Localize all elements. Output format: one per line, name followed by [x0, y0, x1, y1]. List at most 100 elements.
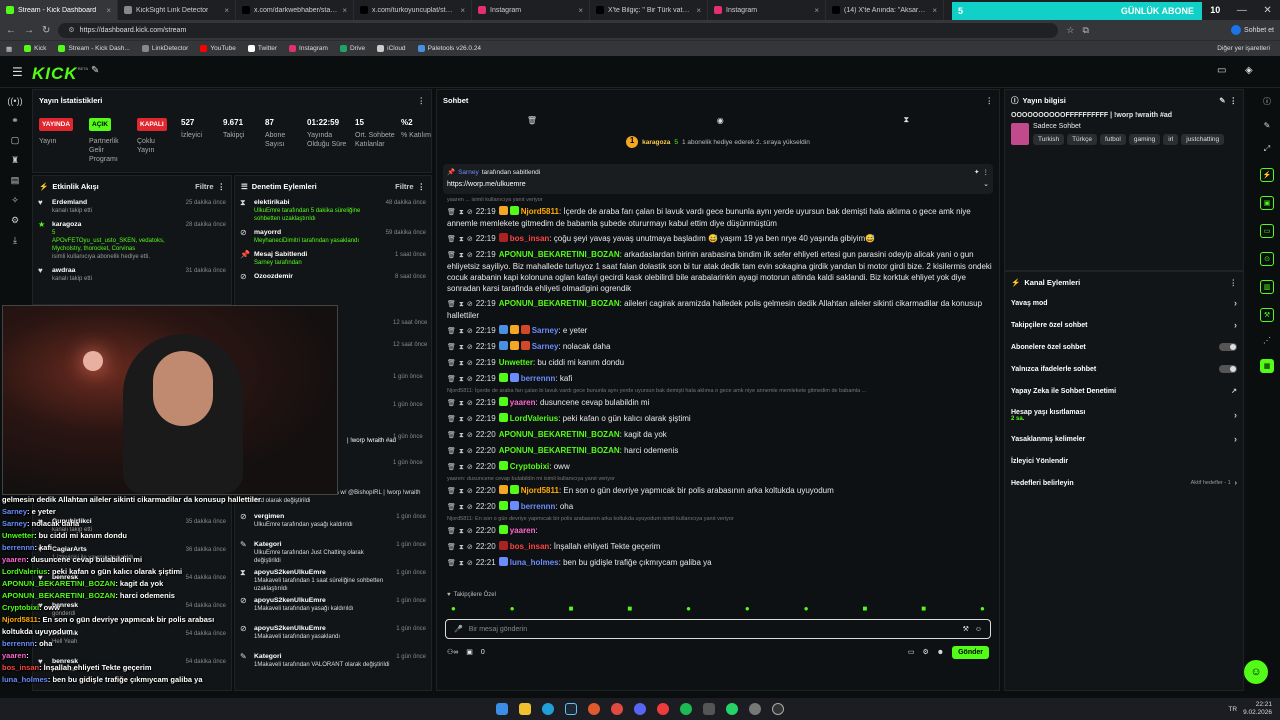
chat-username[interactable]: yaaren [510, 398, 536, 407]
timeout-icon[interactable]: ⧗ [459, 376, 464, 383]
stream-tag[interactable]: gaming [1128, 134, 1161, 145]
ban-icon[interactable]: ⊘ [467, 344, 473, 351]
gear-icon[interactable]: ⚙ [922, 648, 928, 656]
bolt-icon[interactable]: ⚡ [1260, 168, 1274, 182]
timeout-icon[interactable]: ⧗ [459, 328, 464, 335]
apps-icon[interactable]: ▦ [6, 45, 12, 53]
minimize-icon[interactable]: — [1237, 5, 1247, 16]
wrench-icon[interactable]: ✧ [11, 195, 19, 206]
bookmark-item[interactable]: Kick [24, 45, 46, 52]
reply-context[interactable]: yaaren ... isimli kullanıcıya yanıt veri… [437, 196, 999, 204]
delete-message-icon[interactable]: 🗑 [447, 376, 456, 383]
activity-user[interactable]: karagoza [52, 221, 181, 229]
channel-action-item[interactable]: Yalnızca ifadelerle sohbet [1005, 358, 1243, 380]
tab-close-icon[interactable]: × [932, 6, 937, 15]
timeout-icon[interactable]: ⧗ [459, 236, 464, 243]
chat-username[interactable]: APONUN_BEKARETINI_BOZAN [499, 299, 620, 308]
ban-icon[interactable]: ⊘ [467, 416, 473, 423]
timeout-icon[interactable]: ⧗ [459, 252, 464, 259]
channel-action-item[interactable]: Hedefleri belirleyin Aktif hedefler - 1 › [1005, 472, 1243, 494]
chat-username[interactable]: APONUN_BEKARETINI_BOZAN [499, 250, 620, 259]
ban-icon[interactable]: ⊘ [467, 488, 473, 495]
tv-icon[interactable]: ▥ [1260, 280, 1274, 294]
tab-close-icon[interactable]: × [578, 6, 583, 15]
browser-tab[interactable]: (14) X'te Anında: "Aksaray'da küçü... × [826, 0, 944, 20]
chat-username[interactable]: bos_insan [510, 542, 550, 551]
chat-settings-icon[interactable]: ▭ [908, 648, 915, 656]
chat-username[interactable]: APONUN_BEKARETINI_BOZAN [499, 446, 620, 455]
chat-message[interactable]: 🗑 ⧗ ⊘ 22:20 bos_insan: İnşallah ehliyeti Tek… [437, 539, 999, 555]
chat-username[interactable]: berrennn [521, 502, 556, 511]
chat-message[interactable]: 🗑 ⧗ ⊘ 22:19 bos_insan: çoğu şeyi yavaş yavaş… [437, 231, 999, 247]
emote-icon[interactable]: ■ [569, 604, 574, 613]
stats-menu-icon[interactable]: ⋮ [418, 96, 426, 105]
emote-icon[interactable]: ● [510, 604, 515, 613]
kick-logo[interactable]: KICK [32, 64, 78, 84]
timeout-icon[interactable]: ⧗ [459, 400, 464, 407]
tab-close-icon[interactable]: × [342, 6, 347, 15]
tab-close-icon[interactable]: × [460, 6, 465, 15]
spotify-icon[interactable] [680, 703, 692, 715]
app-icon[interactable] [749, 703, 761, 715]
broadcast-icon[interactable]: ⊙ [1260, 252, 1274, 266]
stream-tag[interactable]: futbol [1099, 134, 1126, 145]
close-window-icon[interactable]: ✕ [1263, 5, 1271, 16]
moderation-target[interactable]: Ozoozdemir [254, 273, 390, 281]
chat-icon[interactable]: ▢ [11, 135, 20, 146]
timeout-icon[interactable]: ⧗ [459, 432, 464, 439]
back-icon[interactable]: ← [6, 25, 16, 36]
timeout-icon[interactable]: ⧗ [459, 528, 464, 535]
pinned-link[interactable]: https://worp.me/ulkuemre [447, 181, 526, 188]
browser-tab[interactable]: Instagram × [708, 0, 826, 20]
export-icon[interactable]: ⤓ [13, 235, 17, 246]
edit-icon[interactable]: ✎ [1264, 121, 1271, 130]
comment-icon[interactable]: ▭ [1260, 224, 1274, 238]
timeout-icon[interactable]: ⧗ [459, 448, 464, 455]
chat-username[interactable]: APONUN_BEKARETINI_BOZAN [499, 430, 620, 439]
moderation-menu-icon[interactable]: ⋮ [418, 182, 426, 191]
channel-action-item[interactable]: Abonelere özel sohbet [1005, 336, 1243, 358]
delete-message-icon[interactable]: 🗑 [447, 504, 456, 511]
toggle-switch[interactable] [1219, 343, 1237, 351]
edge-icon[interactable] [542, 703, 554, 715]
send-button[interactable]: Gönder [952, 645, 989, 659]
bookmark-item[interactable]: YouTube [200, 45, 236, 52]
hourglass-icon[interactable]: ⧗ [903, 115, 909, 125]
chat-username[interactable]: Cryptobixi [510, 462, 550, 471]
chat-username[interactable]: Sarney [532, 342, 559, 351]
chat-message[interactable]: 🗑 ⧗ ⊘ 22:20 APONUN_BEKARETINI_BOZAN: harci o… [437, 443, 999, 459]
chat-message[interactable]: 🗑 ⧗ ⊘ 22:20 APONUN_BEKARETINI_BOZAN: kagit d… [437, 427, 999, 443]
chat-input[interactable]: 🎤 Bir mesaj gönderin ⚒ ☺ [445, 619, 991, 639]
chat-message[interactable]: 🗑 ⧗ ⊘ 22:19 Njord5811: İçerde de araba farı … [437, 204, 999, 231]
chat-username[interactable]: berrennn [521, 374, 556, 383]
activity-user[interactable]: awdraa [52, 267, 181, 275]
ban-icon[interactable]: ⊘ [467, 376, 473, 383]
channel-action-item[interactable]: Hesap yaşı kısıtlaması 2 sa. › [1005, 402, 1243, 428]
emoji-icon[interactable]: ☺ [975, 626, 982, 633]
bookmark-item[interactable]: Stream - Kick Dash... [58, 45, 130, 52]
tab-close-icon[interactable]: × [814, 6, 819, 15]
emote-icon[interactable]: ● [980, 604, 985, 613]
delete-message-icon[interactable]: 🗑 [447, 464, 456, 471]
info-icon[interactable]: ⓘ [1263, 96, 1271, 107]
layout-icon[interactable]: ▭ [1217, 65, 1226, 76]
timeout-icon[interactable]: ⧗ [459, 504, 464, 511]
ban-icon[interactable]: ⊘ [467, 360, 473, 367]
chat-message[interactable]: 🗑 ⧗ ⊘ 22:19 berrennn: kafi [437, 371, 999, 387]
notification-icon[interactable]: ◈ [1245, 65, 1253, 76]
delete-message-icon[interactable]: 🗑 [447, 301, 456, 308]
moderation-target[interactable]: mayorrd [254, 229, 381, 237]
delete-message-icon[interactable]: 🗑 [447, 544, 456, 551]
site-info-icon[interactable]: ⚙ [68, 26, 74, 34]
emote-icon[interactable]: ■ [627, 604, 632, 613]
unpin-icon[interactable]: ✦ [974, 168, 979, 176]
bookmark-item[interactable]: Drive [339, 45, 365, 52]
reply-context[interactable]: yaaren: dusuncene cevap bulabildin mi is… [437, 475, 999, 483]
ban-icon[interactable]: ⊘ [467, 528, 473, 535]
delete-message-icon[interactable]: 🗑 [447, 448, 456, 455]
moderation-target[interactable]: elektirikabi [254, 199, 381, 207]
emote-icon[interactable]: ● [745, 604, 750, 613]
browser-tab[interactable]: x.com/darkwebhaber/status/2020... × [236, 0, 354, 20]
channel-action-item[interactable]: İzleyici Yönlendir [1005, 450, 1243, 472]
emote-icon[interactable]: ■ [862, 604, 867, 613]
